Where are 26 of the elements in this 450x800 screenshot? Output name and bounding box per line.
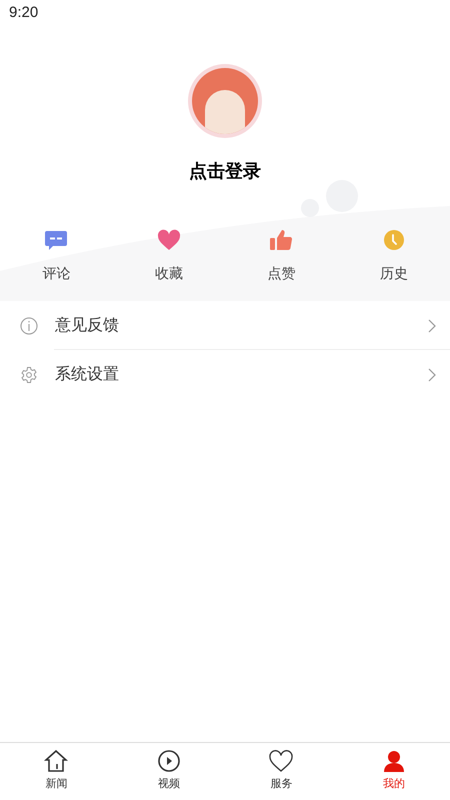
menu-label: 意见反馈	[55, 316, 120, 336]
login-link[interactable]: 点击登录	[189, 158, 261, 185]
quick-action-button[interactable]: 评论	[0, 229, 112, 294]
chevron-right-icon	[428, 318, 436, 332]
heart-outline-icon	[269, 750, 294, 772]
nav-tab[interactable]: 我的	[338, 743, 450, 800]
clock-icon	[382, 229, 405, 251]
heart-icon	[156, 229, 181, 251]
chat-bubble-icon	[44, 229, 68, 251]
menu-label: 系统设置	[55, 364, 120, 384]
status-time: 9:20	[9, 2, 38, 23]
play-icon	[158, 750, 180, 772]
info-icon	[20, 316, 38, 334]
home-icon	[44, 750, 68, 772]
menu-item[interactable]: 系统设置	[0, 350, 450, 399]
menu-item[interactable]: 意见反馈	[0, 301, 450, 350]
nav-tab[interactable]: 新闻	[0, 743, 112, 800]
thumbs-up-icon	[269, 229, 294, 251]
quick-action-button[interactable]: 收藏	[112, 229, 225, 294]
gear-icon	[20, 366, 38, 384]
nav-tab[interactable]: 视频	[112, 743, 225, 800]
user-icon	[382, 750, 405, 772]
chevron-right-icon	[428, 368, 436, 382]
nav-tab[interactable]: 服务	[225, 743, 338, 800]
quick-action-button[interactable]: 历史	[338, 229, 450, 294]
quick-action-button[interactable]: 点赞	[225, 229, 338, 294]
